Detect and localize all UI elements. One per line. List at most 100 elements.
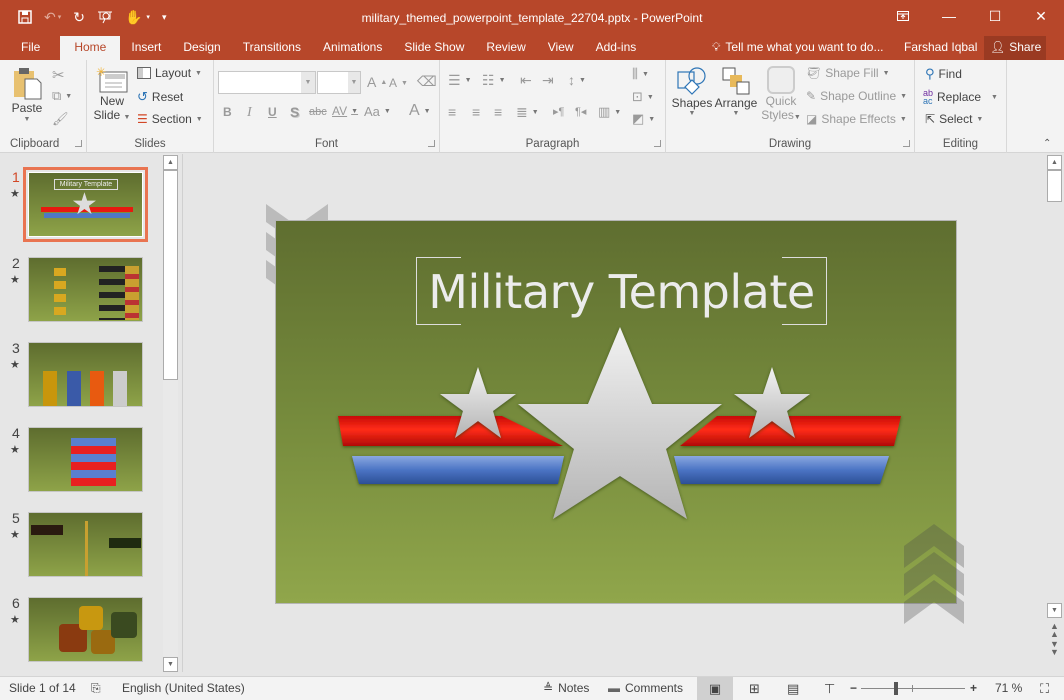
slide-thumbnail-6[interactable]: [28, 597, 143, 662]
tab-add-ins[interactable]: Add-ins: [585, 36, 648, 60]
slide-sorter-view-button[interactable]: ⊞: [749, 681, 760, 697]
undo-icon[interactable]: ↶ ▾: [44, 9, 61, 26]
section-button[interactable]: ☰ Section ▼: [137, 112, 203, 126]
bold-button[interactable]: B: [223, 105, 232, 119]
scroll-down-button[interactable]: ▼: [1047, 603, 1062, 618]
strikethrough-button[interactable]: abc: [309, 106, 327, 118]
text-direction-button[interactable]: ⫼ ▼: [632, 66, 649, 82]
comments-button[interactable]: ▬ Comments: [608, 681, 683, 695]
slide-thumbnail-2[interactable]: [28, 257, 143, 322]
increase-font-size-button[interactable]: A ▲: [367, 74, 387, 90]
tab-transitions[interactable]: Transitions: [232, 36, 312, 60]
normal-view-button[interactable]: ▣: [697, 677, 733, 700]
drawing-dialog-launcher[interactable]: [903, 140, 910, 147]
save-icon[interactable]: [18, 10, 32, 24]
present-from-start-icon[interactable]: [97, 10, 113, 24]
tab-animations[interactable]: Animations: [312, 36, 393, 60]
shape-outline-button[interactable]: ✎ Shape Outline ▼: [806, 89, 907, 103]
scroll-up-button[interactable]: ▲: [163, 155, 178, 170]
find-button[interactable]: ⚲ Find: [925, 66, 962, 82]
shape-effects-button[interactable]: ◪ Shape Effects ▼: [806, 112, 907, 126]
layout-button[interactable]: Layout ▼: [137, 66, 202, 80]
tab-slide-show[interactable]: Slide Show: [393, 36, 475, 60]
current-slide[interactable]: Military Template: [275, 220, 957, 604]
text-shadow-button[interactable]: S: [290, 104, 299, 120]
character-spacing-button[interactable]: AV ▼: [332, 104, 358, 118]
redo-icon[interactable]: ↻: [73, 9, 85, 26]
rtl-button[interactable]: ¶◂: [575, 105, 586, 118]
font-color-button[interactable]: A ▼: [409, 102, 431, 120]
shape-fill-button[interactable]: 🪣︎ Shape Fill ▼: [806, 66, 890, 80]
scrollbar-thumb[interactable]: [1047, 170, 1062, 202]
cut-button[interactable]: ✂: [52, 66, 65, 84]
zoom-level[interactable]: 71 %: [995, 681, 1022, 695]
share-button[interactable]: 👤︎ Share: [984, 36, 1046, 60]
paragraph-dialog-launcher[interactable]: [654, 140, 661, 147]
tab-design[interactable]: Design: [172, 36, 231, 60]
slide-thumbnail-3[interactable]: [28, 342, 143, 407]
numbering-button[interactable]: ☷ ▼: [482, 72, 506, 89]
next-slide-button[interactable]: ▼ ▼: [1050, 640, 1059, 657]
slide-thumbnail-1[interactable]: Military Template ★: [23, 167, 148, 242]
tab-insert[interactable]: Insert: [120, 36, 172, 60]
justify-button[interactable]: ≣ ▼: [516, 104, 539, 121]
reading-view-button[interactable]: ▤: [787, 681, 799, 697]
clipboard-dialog-launcher[interactable]: [75, 140, 82, 147]
zoom-slider[interactable]: [861, 682, 965, 695]
font-dialog-launcher[interactable]: [428, 140, 435, 147]
font-name-input[interactable]: ▼: [218, 71, 316, 94]
decrease-font-size-button[interactable]: A ▼: [389, 76, 408, 90]
copy-button[interactable]: ⧉ ▼: [52, 88, 72, 104]
arrange-button[interactable]: Arrange ▼: [714, 66, 758, 117]
user-name[interactable]: Farshad Iqbal: [904, 36, 977, 60]
minimize-icon[interactable]: —: [926, 0, 972, 32]
ribbon-display-options-icon[interactable]: [880, 0, 926, 32]
align-text-button[interactable]: ⊡ ▼: [632, 89, 654, 105]
customize-qat-icon[interactable]: ▾: [162, 12, 167, 23]
language-indicator[interactable]: English (United States): [122, 681, 245, 695]
columns-button[interactable]: ▥ ▼: [598, 104, 621, 120]
replace-button[interactable]: ab ac Replace ▼: [923, 89, 998, 106]
tab-file[interactable]: File: [0, 36, 60, 60]
previous-slide-button[interactable]: ▲ ▲: [1050, 622, 1059, 639]
zoom-slider-handle[interactable]: [894, 682, 899, 695]
italic-button[interactable]: I: [247, 105, 252, 121]
notes-button[interactable]: ≜ Notes: [543, 681, 589, 695]
bullets-button[interactable]: ☰ ▼: [448, 72, 472, 89]
touch-mode-icon[interactable]: ✋ ▾: [125, 9, 150, 26]
decrease-indent-button[interactable]: ⇤: [520, 72, 532, 89]
increase-indent-button[interactable]: ⇥: [542, 72, 554, 89]
quick-styles-button[interactable]: Quick Styles▼: [761, 66, 801, 122]
fit-slide-to-window-button[interactable]: ⛶: [1040, 681, 1049, 697]
align-center-button[interactable]: ≡: [472, 104, 480, 120]
scroll-down-button[interactable]: ▼: [163, 657, 178, 672]
smartart-button[interactable]: ◩ ▼: [632, 111, 655, 127]
select-button[interactable]: ⇱ Select ▼: [925, 112, 983, 126]
collapse-ribbon-button[interactable]: ⌃: [1043, 138, 1051, 149]
underline-button[interactable]: U: [268, 105, 277, 119]
font-size-input[interactable]: ▼: [317, 71, 361, 94]
tab-view[interactable]: View: [537, 36, 585, 60]
align-left-button[interactable]: ≡: [448, 104, 456, 120]
zoom-out-button[interactable]: −: [850, 681, 857, 695]
slide-show-view-button[interactable]: ⊤: [824, 681, 835, 697]
close-icon[interactable]: ✕: [1018, 0, 1064, 32]
zoom-in-button[interactable]: +: [970, 681, 977, 695]
new-slide-button[interactable]: ✳ New Slide ▼: [94, 66, 131, 122]
change-case-button[interactable]: Aa ▼: [364, 104, 391, 119]
clear-formatting-button[interactable]: ⌫: [417, 73, 437, 90]
line-spacing-button[interactable]: ↕ ▼: [568, 72, 586, 88]
shapes-button[interactable]: Shapes ▼: [672, 66, 712, 117]
slide-scrollbar[interactable]: ▲ ▼ ▲ ▲ ▼ ▼: [1046, 154, 1063, 672]
tab-review[interactable]: Review: [475, 36, 536, 60]
ltr-button[interactable]: ▸¶: [553, 105, 564, 118]
align-right-button[interactable]: ≡: [494, 104, 502, 120]
slide-thumbnail-4[interactable]: [28, 427, 143, 492]
reset-button[interactable]: ↺ Reset: [137, 89, 183, 105]
format-painter-button[interactable]: 🖌︎: [52, 111, 69, 127]
spell-check-icon[interactable]: ⎘: [91, 681, 101, 696]
tell-me-search[interactable]: 💡︎ Tell me what you want to do...: [712, 36, 884, 60]
tab-home[interactable]: Home: [60, 36, 121, 60]
slide-thumbnail-5[interactable]: [28, 512, 143, 577]
paste-button[interactable]: Paste ▼: [10, 66, 44, 123]
